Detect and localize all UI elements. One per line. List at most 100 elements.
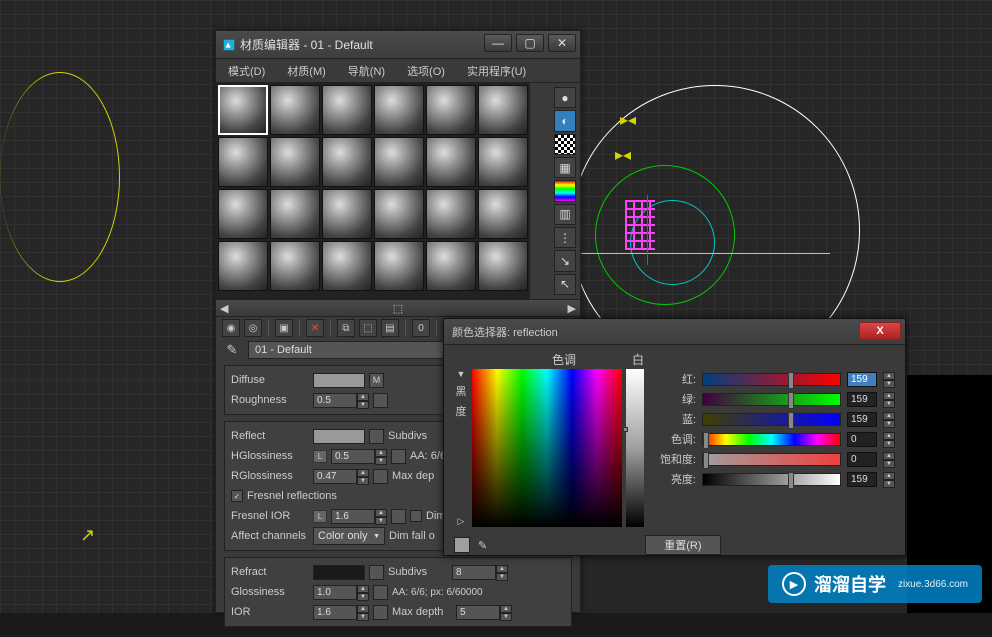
material-sample[interactable] — [478, 241, 528, 291]
diffuse-map-button[interactable]: M — [369, 373, 384, 388]
rgloss-input[interactable] — [313, 469, 357, 484]
sample-uv-icon[interactable]: ▦ — [554, 157, 576, 178]
material-sample[interactable] — [374, 189, 424, 239]
color-dialog-titlebar[interactable]: 颜色选择器: reflection X — [444, 319, 905, 345]
material-sample[interactable] — [270, 137, 320, 187]
material-sample[interactable] — [426, 137, 476, 187]
camera-icon-1[interactable]: ▸◂ — [620, 110, 636, 130]
camera-icon-2[interactable]: ▸◂ — [615, 145, 631, 165]
hsv-field[interactable] — [472, 369, 622, 527]
material-sample[interactable] — [478, 189, 528, 239]
sat-spinner[interactable]: ▲▼ — [883, 452, 895, 467]
material-sample[interactable] — [270, 85, 320, 135]
menu-mode[interactable]: 模式(D) — [228, 63, 265, 79]
ior-input[interactable] — [331, 509, 375, 524]
maximize-button[interactable]: ▢ — [516, 34, 544, 52]
material-map-nav-icon[interactable]: ↖ — [554, 274, 576, 295]
ior-lock-icon[interactable]: L — [313, 510, 327, 523]
diffuse-swatch[interactable] — [313, 373, 365, 388]
make-unique-icon[interactable]: ⬚ — [359, 319, 377, 337]
material-sample[interactable] — [374, 137, 424, 187]
rgloss-spinner[interactable]: ▲▼ — [357, 469, 369, 484]
options-icon[interactable]: ⋮ — [554, 227, 576, 248]
roughness-map-button[interactable] — [373, 393, 388, 408]
material-sample-0[interactable] — [218, 85, 268, 135]
viewport-selected-object[interactable] — [625, 200, 655, 250]
material-id-icon[interactable]: 0 — [412, 319, 430, 337]
hue-slider[interactable] — [702, 433, 841, 446]
assign-material-icon[interactable]: ▣ — [275, 319, 293, 337]
fresnel-checkbox[interactable] — [231, 490, 243, 502]
scroll-right-icon[interactable]: ▶ — [568, 302, 576, 315]
put-to-scene-icon[interactable]: ◎ — [244, 319, 262, 337]
material-sample[interactable] — [322, 241, 372, 291]
menu-navigation[interactable]: 导航(N) — [348, 63, 385, 79]
material-sample[interactable] — [218, 137, 268, 187]
green-input[interactable] — [847, 392, 877, 407]
sat-slider[interactable] — [702, 453, 841, 466]
refract-gloss-map-button[interactable] — [373, 585, 388, 600]
menu-options[interactable]: 选项(O) — [407, 63, 445, 79]
refract-gloss-input[interactable] — [313, 585, 357, 600]
affect-dropdown[interactable]: Color only — [313, 527, 385, 545]
val-spinner[interactable]: ▲▼ — [883, 472, 895, 487]
material-sample[interactable] — [426, 189, 476, 239]
minimize-button[interactable]: — — [484, 34, 512, 52]
refract-maxdepth-spinner[interactable]: ▲▼ — [500, 605, 512, 620]
menu-utilities[interactable]: 实用程序(U) — [467, 63, 526, 79]
blue-input[interactable] — [847, 412, 877, 427]
hue-spinner[interactable]: ▲▼ — [883, 432, 895, 447]
color-dialog-close-button[interactable]: X — [859, 322, 901, 340]
hgloss-spinner[interactable]: ▲▼ — [375, 449, 387, 464]
refract-gloss-spinner[interactable]: ▲▼ — [357, 585, 369, 600]
red-spinner[interactable]: ▲▼ — [883, 372, 895, 387]
material-sample[interactable] — [426, 85, 476, 135]
backlight-icon[interactable]: ◐ — [554, 110, 576, 131]
select-by-material-icon[interactable]: ↘ — [554, 250, 576, 271]
sat-input[interactable] — [847, 452, 877, 467]
refract-ior-map-button[interactable] — [373, 605, 388, 620]
blue-spinner[interactable]: ▲▼ — [883, 412, 895, 427]
material-sample[interactable] — [322, 137, 372, 187]
make-copy-icon[interactable]: ⧉ — [337, 319, 355, 337]
ior-spinner[interactable]: ▲▼ — [375, 509, 387, 524]
material-sample[interactable] — [270, 189, 320, 239]
menu-material[interactable]: 材质(M) — [287, 63, 326, 79]
material-sample[interactable] — [478, 137, 528, 187]
rgloss-map-button[interactable] — [373, 469, 388, 484]
refract-swatch[interactable] — [313, 565, 365, 580]
refract-subdivs-input[interactable] — [452, 565, 496, 580]
scroll-left-icon[interactable]: ◀ — [220, 302, 228, 315]
roughness-input[interactable] — [313, 393, 357, 408]
green-slider[interactable] — [702, 393, 841, 406]
red-input[interactable] — [847, 372, 877, 387]
refract-subdivs-spinner[interactable]: ▲▼ — [496, 565, 508, 580]
material-sample[interactable] — [322, 189, 372, 239]
material-sample[interactable] — [322, 85, 372, 135]
hgloss-map-button[interactable] — [391, 449, 406, 464]
color-eyedropper-icon[interactable]: ✎ — [478, 539, 487, 552]
roughness-spinner[interactable]: ▲▼ — [357, 393, 369, 408]
sample-type-icon[interactable]: ● — [554, 87, 576, 108]
refract-ior-spinner[interactable]: ▲▼ — [357, 605, 369, 620]
close-button[interactable]: ✕ — [548, 34, 576, 52]
scroll-handle-icon[interactable]: ⬚ — [393, 302, 403, 315]
material-sample[interactable] — [374, 85, 424, 135]
material-sample[interactable] — [218, 241, 268, 291]
hue-input[interactable] — [847, 432, 877, 447]
material-sample[interactable] — [270, 241, 320, 291]
val-slider[interactable] — [702, 473, 841, 486]
ior-map-button[interactable] — [391, 509, 406, 524]
background-icon[interactable] — [554, 134, 576, 155]
red-slider[interactable] — [702, 373, 841, 386]
material-sample[interactable] — [218, 189, 268, 239]
reflect-swatch[interactable] — [313, 429, 365, 444]
make-preview-icon[interactable]: ▥ — [554, 204, 576, 225]
refract-map-button[interactable] — [369, 565, 384, 580]
green-spinner[interactable]: ▲▼ — [883, 392, 895, 407]
put-to-library-icon[interactable]: ▤ — [381, 319, 399, 337]
current-color-swatch[interactable] — [454, 537, 470, 553]
reset-button[interactable]: 重置(R) — [645, 535, 720, 555]
axis-gizmo[interactable]: ↗ — [80, 525, 95, 546]
video-color-icon[interactable] — [554, 180, 576, 201]
